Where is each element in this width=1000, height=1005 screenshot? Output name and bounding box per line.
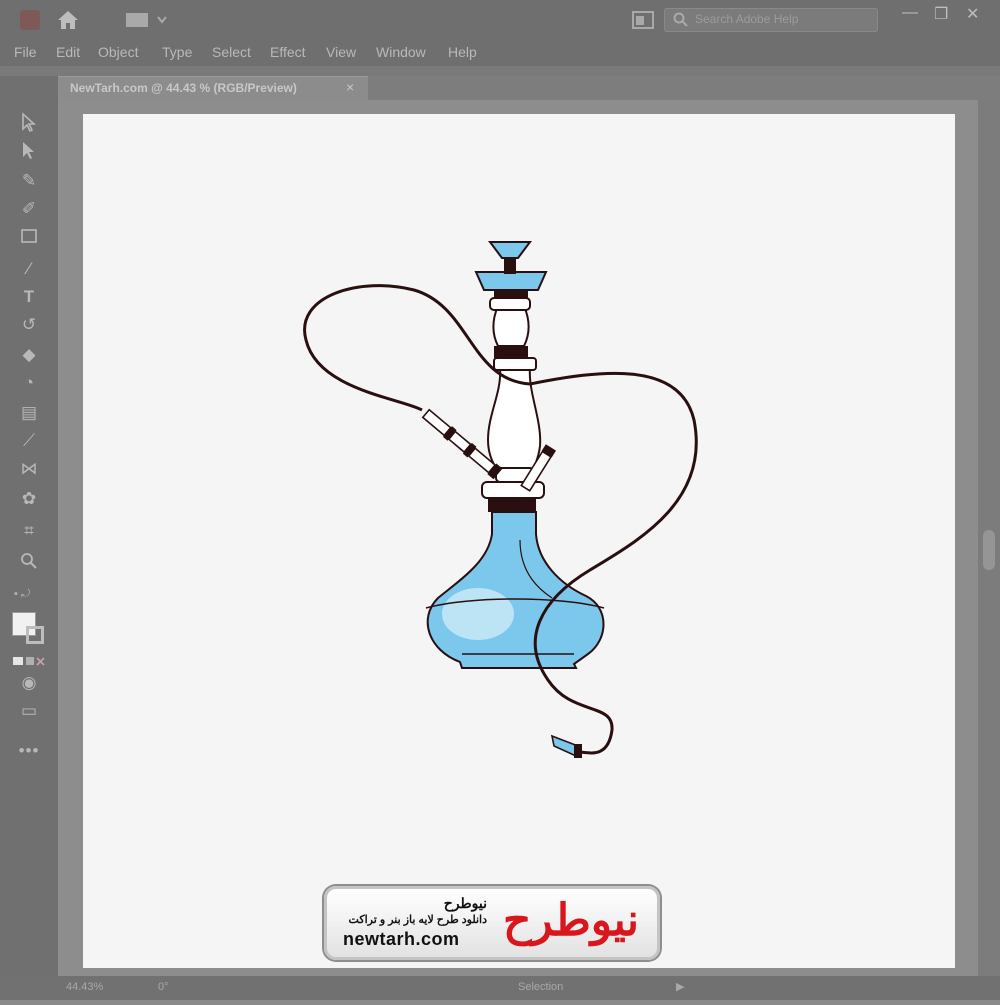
curvature-tool-icon[interactable]: ✐	[16, 198, 42, 220]
color-mode-icon[interactable]	[12, 654, 46, 666]
app-logo-icon	[20, 10, 40, 30]
screen-mode-icon[interactable]: ▭	[16, 700, 42, 722]
document-tab-bar: NewTarh.com @ 44.43 % (RGB/Preview) ×	[58, 76, 1000, 101]
type-tool-icon[interactable]: T	[16, 286, 42, 308]
search-icon	[673, 12, 689, 33]
artboard	[83, 114, 955, 968]
zoom-tool-icon[interactable]	[16, 552, 42, 574]
tools-panel: ✎ ✐ ⁄ T ↺ ◆ ◔ ▤ ⟋ ⋈ ✿ ⌗ ▪ ⤾ ◉ ▭ •••	[0, 76, 58, 976]
more-tools-icon[interactable]: •••	[16, 740, 42, 762]
artboard-tool-icon[interactable]: ⌗	[16, 520, 42, 542]
close-icon[interactable]: ✕	[966, 4, 979, 24]
rotate-tool-icon[interactable]: ↺	[16, 314, 42, 336]
swap-colors-icon[interactable]: ▪ ⤾	[14, 588, 44, 602]
blend-tool-icon[interactable]: ⋈	[16, 458, 42, 480]
selection-tool-icon[interactable]	[16, 112, 42, 134]
workspace-icon[interactable]	[126, 12, 168, 33]
vertical-scrollbar[interactable]	[978, 100, 1000, 976]
search-placeholder: Search Adobe Help	[695, 12, 799, 26]
rectangle-tool-icon[interactable]	[16, 228, 42, 250]
current-tool-name: Selection	[518, 981, 564, 993]
menu-view[interactable]: View	[326, 44, 356, 60]
zoom-level[interactable]: 44.43%	[66, 981, 103, 993]
title-bar: Search Adobe Help — ❐ ✕	[0, 0, 1000, 40]
menu-select[interactable]: Select	[212, 44, 251, 60]
menu-type[interactable]: Type	[162, 44, 192, 60]
play-icon[interactable]: ▶	[676, 980, 684, 993]
menu-edit[interactable]: Edit	[56, 44, 80, 60]
stroke-swatch[interactable]	[26, 626, 44, 644]
menu-help[interactable]: Help	[448, 44, 477, 60]
status-bar: 44.43% 0° Selection ▶	[0, 976, 1000, 1000]
document-tab[interactable]: NewTarh.com @ 44.43 % (RGB/Preview) ×	[58, 76, 368, 101]
search-input[interactable]: Search Adobe Help	[664, 8, 878, 32]
control-panel-strip	[0, 66, 1000, 76]
pen-tool-icon[interactable]: ✎	[16, 170, 42, 192]
direct-selection-tool-icon[interactable]	[16, 140, 42, 162]
arrange-documents-icon[interactable]	[632, 11, 654, 34]
menu-object[interactable]: Object	[98, 44, 138, 60]
symbol-sprayer-tool-icon[interactable]: ✿	[16, 488, 42, 510]
scrollbar-thumb[interactable]	[983, 530, 995, 570]
logo-url: newtarh.com	[343, 929, 460, 949]
newtarh-watermark-logo: نیوطرح دانلود طرح لایه باز بنر و تراکت n…	[324, 886, 660, 960]
logo-subtitle: دانلود طرح لایه باز بنر و تراکت	[348, 914, 487, 926]
restore-icon[interactable]: ❐	[934, 4, 948, 24]
eyedropper-tool-icon[interactable]: ⟋	[16, 430, 42, 452]
menu-bar: File Edit Object Type Select Effect View…	[0, 40, 1000, 66]
rotation-value[interactable]: 0°	[158, 981, 169, 993]
menu-effect[interactable]: Effect	[270, 44, 306, 60]
paintbrush-tool-icon[interactable]: ⁄	[16, 258, 42, 280]
minimize-icon[interactable]: —	[902, 4, 918, 22]
logo-brand-mark: نیوطرح	[503, 896, 639, 945]
draw-mode-icon[interactable]: ◉	[16, 672, 42, 694]
document-tab-label: NewTarh.com @ 44.43 % (RGB/Preview)	[70, 81, 297, 95]
close-tab-icon[interactable]: ×	[346, 79, 354, 95]
gradient-tool-icon[interactable]: ▤	[16, 402, 42, 424]
menu-window[interactable]: Window	[376, 44, 426, 60]
eraser-tool-icon[interactable]: ◆	[16, 344, 42, 366]
home-icon[interactable]	[56, 9, 80, 36]
logo-title: نیوطرح	[443, 895, 487, 911]
shape-builder-tool-icon[interactable]: ◔	[16, 372, 42, 394]
menu-file[interactable]: File	[14, 44, 37, 60]
